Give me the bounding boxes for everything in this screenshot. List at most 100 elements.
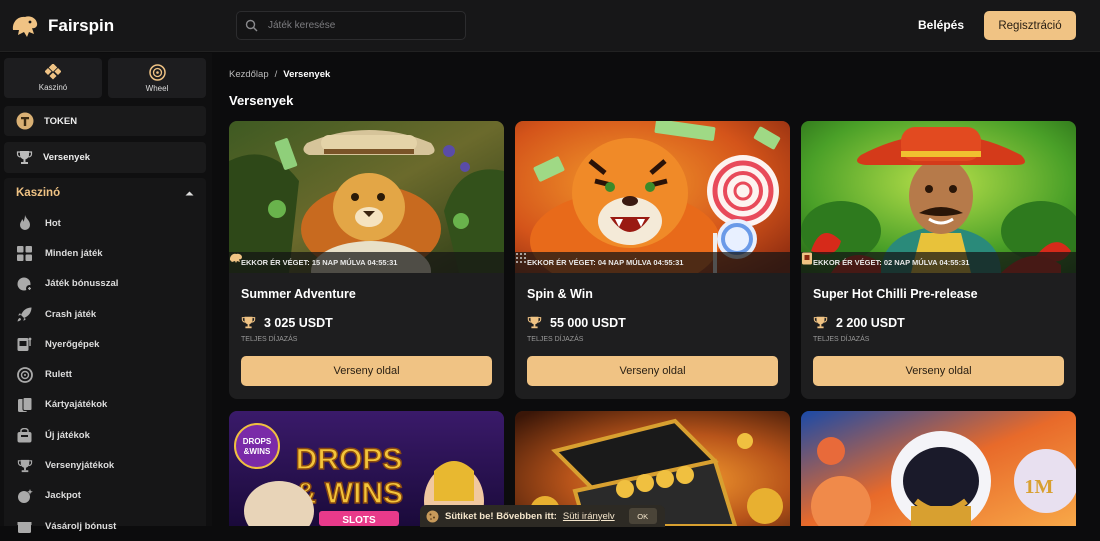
casino-icon bbox=[45, 64, 61, 80]
tournament-image[interactable]: EKKOR ÉR VÉGET: 02 NAP MÚLVA 04:55:31 bbox=[801, 121, 1076, 273]
tournament-page-button[interactable]: Verseny oldal bbox=[527, 356, 778, 386]
login-link[interactable]: Belépés bbox=[918, 18, 964, 32]
prize-amount: 55 000 USDT bbox=[527, 315, 626, 330]
cards-icon bbox=[17, 396, 32, 412]
sidebar-item-uj-jatekok[interactable]: Új játékok bbox=[4, 420, 206, 450]
drops-badge-top: DROPS bbox=[243, 437, 272, 446]
tab-kaszino[interactable]: Kaszinó bbox=[4, 58, 102, 98]
casino-menu-title: Kaszinó bbox=[16, 187, 61, 199]
tournament-page-button[interactable]: Verseny oldal bbox=[241, 356, 492, 386]
sidebar-item-versenyek[interactable]: Versenyek bbox=[4, 142, 206, 173]
casino-menu-header[interactable]: Kaszinó bbox=[4, 178, 206, 208]
tab-wheel[interactable]: Wheel bbox=[108, 58, 206, 98]
sidebar-item-label: Jackpot bbox=[45, 490, 81, 502]
trophy-icon bbox=[17, 459, 32, 472]
lion-explorer-artwork bbox=[229, 121, 504, 273]
tab-kaszino-label: Kaszinó bbox=[38, 83, 68, 92]
page-title: Versenyek bbox=[229, 93, 294, 108]
tournament-title: Super Hot Chilli Pre-release bbox=[813, 287, 978, 301]
sidebar-item-versenyjatekok[interactable]: Versenyjátékok bbox=[4, 450, 206, 480]
chevron-up-icon bbox=[185, 191, 194, 196]
sidebar-item-kartyajatekok[interactable]: Kártyajátékok bbox=[4, 390, 206, 420]
sidebar-item-crash-jatek[interactable]: Crash játék bbox=[4, 299, 206, 329]
tournament-image[interactable]: EKKOR ÉR VÉGET: 04 NAP MÚLVA 04:55:31 bbox=[515, 121, 790, 273]
timer-text: EKKOR ÉR VÉGET: 04 NAP MÚLVA 04:55:31 bbox=[527, 258, 684, 267]
timer-text: EKKOR ÉR VÉGET: 15 NAP MÚLVA 04:55:31 bbox=[241, 258, 398, 267]
timer-text: EKKOR ÉR VÉGET: 02 NAP MÚLVA 04:55:31 bbox=[813, 258, 970, 267]
casino-menu: Kaszinó Hot Minden játék Játék bónusszal… bbox=[4, 178, 206, 533]
prize-amount: 2 200 USDT bbox=[813, 315, 905, 330]
tab-wheel-label: Wheel bbox=[145, 83, 169, 93]
drops-title-line-1: DROPS bbox=[296, 443, 403, 476]
search-box[interactable] bbox=[236, 11, 466, 40]
tournament-card[interactable]: 1M bbox=[801, 411, 1076, 526]
logo-1m: 1M bbox=[1025, 476, 1054, 498]
tiger-artwork bbox=[515, 121, 790, 273]
breadcrumb-home[interactable]: Kezdőlap bbox=[229, 69, 269, 80]
tournament-page-button[interactable]: Verseny oldal bbox=[813, 356, 1064, 386]
sidebar-item-jackpot[interactable]: Jackpot bbox=[4, 481, 206, 511]
sidebar-item-label: Nyerőgépek bbox=[45, 338, 100, 350]
sidebar-item-label: Új játékok bbox=[45, 429, 90, 441]
provider-book-icon bbox=[802, 252, 812, 265]
sidebar-item-label: Vásárolj bónust bbox=[45, 520, 117, 532]
slots-label: SLOTS bbox=[342, 515, 376, 526]
tournament-card[interactable]: EKKOR ÉR VÉGET: 15 NAP MÚLVA 04:55:31 Su… bbox=[229, 121, 504, 399]
sidebar-item-label: Rulett bbox=[45, 369, 72, 381]
prize-amount: 3 025 USDT bbox=[241, 315, 333, 330]
breadcrumb-separator: / bbox=[274, 69, 278, 80]
cookie-ok-button[interactable]: OK bbox=[628, 508, 657, 524]
new-games-icon bbox=[17, 427, 32, 443]
prize-label: TELJES DÍJAZÁS bbox=[527, 336, 584, 343]
prize-value: 2 200 USDT bbox=[836, 315, 905, 330]
sidebar-item-rulett[interactable]: Rulett bbox=[4, 359, 206, 389]
prize-label: TELJES DÍJAZÁS bbox=[813, 336, 870, 343]
prize-label: TELJES DÍJAZÁS bbox=[241, 336, 298, 343]
logo[interactable]: Fairspin bbox=[10, 12, 114, 40]
tournament-title: Summer Adventure bbox=[241, 287, 356, 301]
tournament-title: Spin & Win bbox=[527, 287, 593, 301]
sidebar-item-label: Versenyjátékok bbox=[45, 460, 115, 472]
cookie-icon bbox=[426, 510, 439, 522]
sidebar: Kaszinó Wheel TOKEN Versenyek Kaszinó Ho… bbox=[0, 53, 212, 533]
prize-value: 3 025 USDT bbox=[264, 315, 333, 330]
rocket-icon bbox=[17, 307, 32, 322]
sidebar-item-jatek-bonusszal[interactable]: Játék bónusszal bbox=[4, 269, 206, 299]
flame-icon bbox=[19, 215, 30, 231]
jackpot-icon bbox=[17, 488, 33, 503]
search-input[interactable] bbox=[268, 20, 448, 31]
slot-icon bbox=[17, 337, 32, 351]
sidebar-top-tabs: Kaszinó Wheel bbox=[4, 58, 206, 98]
tournament-card[interactable]: EKKOR ÉR VÉGET: 04 NAP MÚLVA 04:55:31 Sp… bbox=[515, 121, 790, 399]
chilli-man-artwork bbox=[801, 121, 1076, 273]
main-content: Kezdőlap / Versenyek Versenyek EKKOR ÉR … bbox=[212, 53, 1100, 526]
bonus-icon bbox=[17, 277, 33, 292]
astronaut-artwork[interactable]: 1M bbox=[801, 411, 1076, 526]
breadcrumb-current: Versenyek bbox=[283, 69, 331, 80]
buy-bonus-icon bbox=[17, 521, 32, 533]
sidebar-item-minden-jatek[interactable]: Minden játék bbox=[4, 238, 206, 268]
drops-badge-bottom: &WINS bbox=[244, 447, 271, 456]
sidebar-item-token[interactable]: TOKEN bbox=[4, 106, 206, 136]
search-icon bbox=[245, 19, 258, 32]
sidebar-item-label: Minden játék bbox=[45, 247, 103, 259]
provider-dots-icon bbox=[516, 253, 526, 263]
sidebar-item-label: Kártyajátékok bbox=[45, 399, 108, 411]
sidebar-item-nyerogepek[interactable]: Nyerőgépek bbox=[4, 329, 206, 359]
countdown-timer: EKKOR ÉR VÉGET: 15 NAP MÚLVA 04:55:31 bbox=[229, 252, 504, 273]
prize-value: 55 000 USDT bbox=[550, 315, 626, 330]
breadcrumb: Kezdőlap / Versenyek bbox=[229, 69, 330, 80]
sidebar-item-label: Crash játék bbox=[45, 308, 97, 320]
cookie-policy-link[interactable]: Süti irányelv bbox=[563, 511, 615, 522]
sidebar-item-hot[interactable]: Hot bbox=[4, 208, 206, 238]
tournament-card[interactable]: EKKOR ÉR VÉGET: 02 NAP MÚLVA 04:55:31 Su… bbox=[801, 121, 1076, 399]
roulette-icon bbox=[16, 366, 33, 383]
cookie-banner: Sütiket be! Bővebben itt: Süti irányelv … bbox=[420, 505, 665, 527]
wheel-icon bbox=[148, 63, 166, 81]
register-button[interactable]: Regisztráció bbox=[984, 11, 1076, 40]
lion-logo-icon bbox=[12, 16, 38, 37]
tournament-image[interactable]: EKKOR ÉR VÉGET: 15 NAP MÚLVA 04:55:31 bbox=[229, 121, 504, 273]
trophy-icon bbox=[16, 151, 33, 164]
grid-icon bbox=[17, 245, 32, 261]
cookie-text: Sütiket be! Bővebben itt: bbox=[445, 510, 557, 522]
